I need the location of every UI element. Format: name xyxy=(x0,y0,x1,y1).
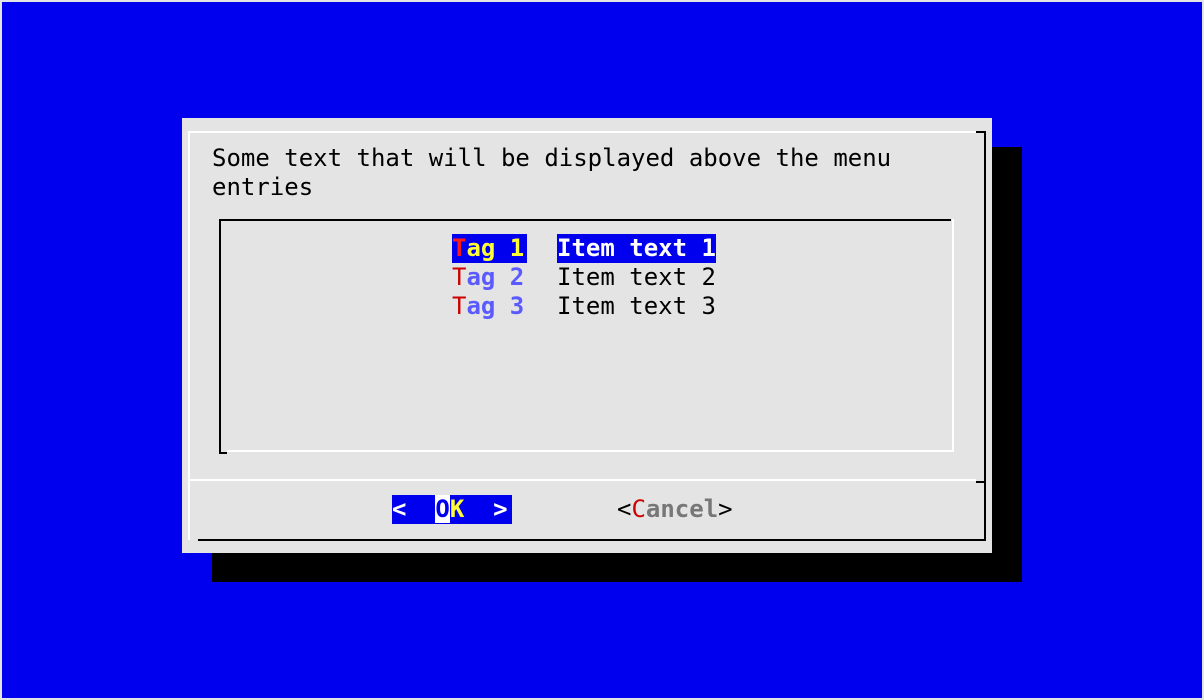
ok-button-cursor: O xyxy=(435,495,450,523)
ok-button-right-bracket: > xyxy=(464,495,508,523)
button-separator-corner xyxy=(976,481,986,483)
cancel-button-hotkey: C xyxy=(631,495,646,523)
button-separator xyxy=(190,479,976,481)
menu-box-corner xyxy=(219,452,227,454)
menu-item-tag: Tag 2 xyxy=(452,263,527,292)
menu-box-left xyxy=(219,219,221,454)
dialog-frame-bottom xyxy=(198,539,986,541)
menu-box-top xyxy=(219,219,951,221)
menu-item-text: Item text 3 xyxy=(557,292,716,320)
menu-item-tag: Tag 1 xyxy=(452,234,527,263)
menu-item-hotkey: T xyxy=(452,292,467,320)
menu-item-tag: Tag 3 xyxy=(452,292,527,321)
menu-list: Tag 1 Item text 1 Tag 2 Item text 2 Tag … xyxy=(452,234,716,321)
menu-item-text: Item text 2 xyxy=(557,263,716,291)
menu-item-tag-label: ag 2 xyxy=(466,263,525,291)
cancel-button-open: < xyxy=(617,495,632,523)
menu-item-hotkey: T xyxy=(452,234,467,262)
ok-button-hotkey: K xyxy=(449,495,465,523)
dialog-frame-right xyxy=(984,133,986,541)
cancel-button[interactable]: <Cancel> xyxy=(617,495,733,524)
menu-box-bottom xyxy=(227,450,954,452)
dialog-frame-top xyxy=(188,131,986,133)
menu-item-text: Item text 1 xyxy=(557,234,716,263)
dialog-frame-corner xyxy=(976,131,986,133)
menu-item-tag-label: ag 1 xyxy=(466,234,525,262)
menu-item-tag-3[interactable]: Tag 3 Item text 3 xyxy=(452,292,716,321)
cancel-button-label: ancel xyxy=(645,495,719,523)
cancel-button-close: > xyxy=(718,495,733,523)
ok-button[interactable]: < OK > xyxy=(392,495,512,524)
menu-item-tag-label: ag 3 xyxy=(466,292,525,320)
menu-box-right xyxy=(952,219,954,452)
ok-button-left-bracket: < xyxy=(392,495,436,523)
menu-item-tag-2[interactable]: Tag 2 Item text 2 xyxy=(452,263,716,292)
dialog-prompt: Some text that will be displayed above t… xyxy=(212,144,892,201)
menu-item-hotkey: T xyxy=(452,263,467,291)
menu-item-tag-1[interactable]: Tag 1 Item text 1 xyxy=(452,234,716,263)
